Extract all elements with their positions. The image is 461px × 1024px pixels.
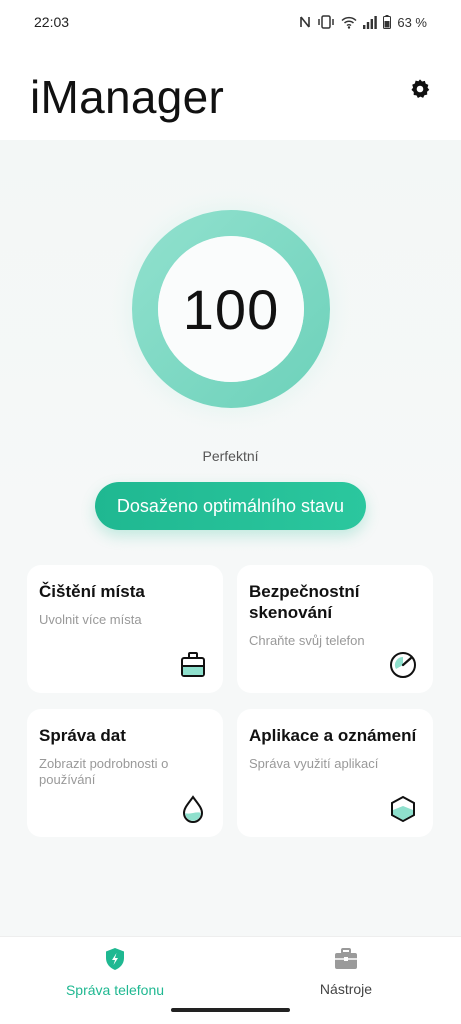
card-subtitle: Správa využití aplikací — [249, 756, 379, 771]
card-subtitle: Uvolnit více místa — [39, 612, 142, 627]
app-title: iManager — [30, 71, 225, 123]
header: iManager — [0, 44, 461, 140]
home-indicator[interactable] — [171, 1008, 290, 1012]
nav-label: Nástroje — [319, 980, 373, 997]
card-title: Čištění místa — [39, 582, 145, 601]
optimal-state-button[interactable]: Dosaženo optimálního stavu — [95, 482, 366, 530]
card-security-scan[interactable]: Bezpečnostní skenování Chraňte svůj tele… — [237, 565, 433, 693]
card-space-cleanup[interactable]: Čištění místa Uvolnit více místa — [27, 565, 223, 693]
card-subtitle: Zobrazit podrobnosti o používání — [39, 756, 169, 787]
nfc-icon — [299, 15, 311, 29]
toolbox-icon — [334, 947, 358, 975]
scan-gauge-icon — [389, 651, 417, 679]
hexagon-icon — [389, 795, 417, 823]
card-title: Správa dat — [39, 726, 126, 745]
cleaner-icon — [179, 651, 207, 679]
battery-icon — [383, 15, 392, 29]
nav-tools[interactable]: Nástroje — [231, 937, 461, 1007]
card-apps-notifications[interactable]: Aplikace a oznámení Správa využití aplik… — [237, 709, 433, 837]
gear-icon — [409, 78, 431, 105]
status-time: 22:03 — [34, 14, 70, 30]
nav-label: Správa telefonu — [65, 981, 165, 998]
score-ring: 100 — [106, 184, 356, 434]
status-icons: 63 % — [299, 15, 427, 30]
status-bar: 22:03 63 % — [0, 0, 461, 44]
score-value: 100 — [182, 277, 280, 341]
signal-icon — [363, 15, 378, 29]
card-subtitle: Chraňte svůj telefon — [249, 633, 365, 648]
settings-button[interactable] — [407, 78, 433, 104]
vibrate-icon — [317, 15, 335, 29]
wifi-icon — [341, 16, 357, 29]
card-title: Aplikace a oznámení — [249, 726, 417, 745]
score-section: 100 Perfektní Dosaženo optimálního stavu — [0, 140, 461, 560]
card-data-management[interactable]: Správa dat Zobrazit podrobnosti o použív… — [27, 709, 223, 837]
battery-percentage: 63 % — [397, 14, 427, 30]
shield-bolt-icon — [104, 947, 126, 976]
score-status-label: Perfektní — [202, 448, 259, 464]
nav-phone-management[interactable]: Správa telefonu — [0, 937, 230, 1007]
water-drop-icon — [179, 795, 207, 823]
card-title: Bezpečnostní skenování — [249, 582, 360, 622]
